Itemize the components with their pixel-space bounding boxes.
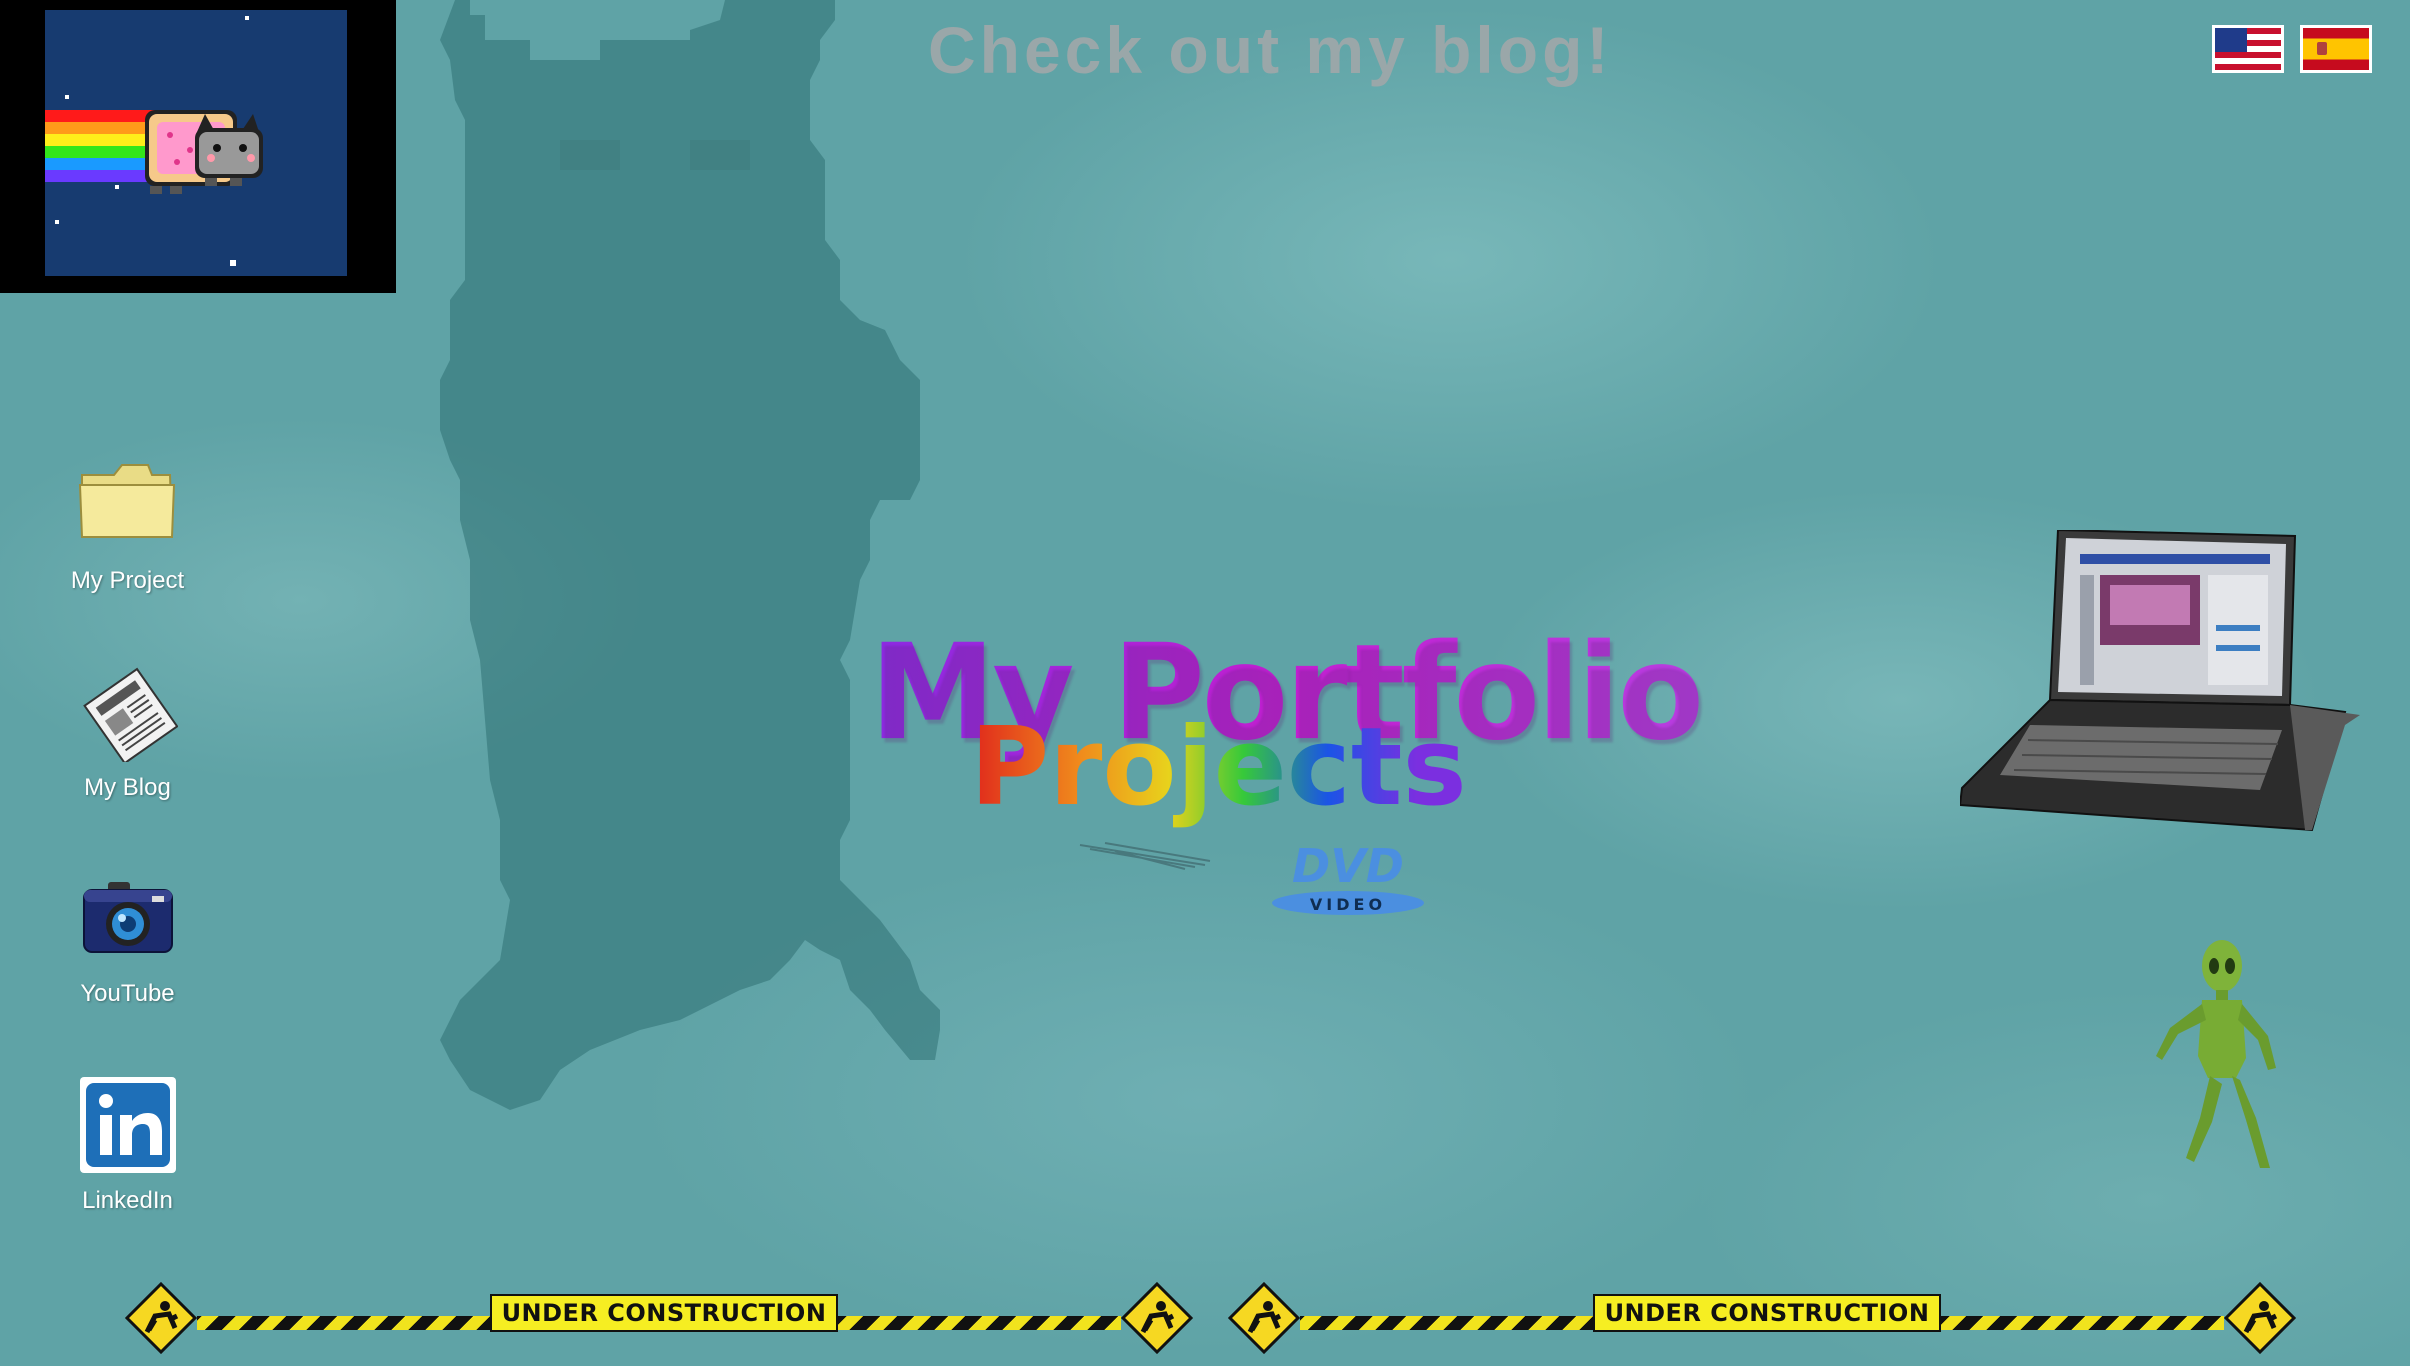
construction-worker-icon bbox=[1228, 1282, 1300, 1354]
desktop-icon-my-project[interactable]: My Project bbox=[50, 455, 205, 595]
construction-worker-icon bbox=[1121, 1282, 1193, 1354]
construction-worker-icon bbox=[2224, 1282, 2296, 1354]
camera-icon bbox=[82, 882, 173, 953]
linkedin-icon bbox=[79, 1077, 176, 1173]
under-construction-banner: UNDER CONSTRUCTION bbox=[125, 1282, 1193, 1354]
language-spanish-button[interactable] bbox=[2300, 25, 2372, 73]
language-english-button[interactable] bbox=[2212, 25, 2284, 73]
streak-decoration bbox=[1079, 842, 1211, 870]
under-construction-banner: UNDER CONSTRUCTION bbox=[1228, 1282, 2296, 1354]
alien-icon bbox=[2156, 940, 2276, 1168]
desktop-icon-my-blog[interactable]: My Blog bbox=[50, 662, 205, 802]
projects-link[interactable]: Projects bbox=[970, 705, 1467, 830]
under-construction-label: UNDER CONSTRUCTION bbox=[1593, 1294, 1941, 1332]
blog-link[interactable]: Check out my blog! bbox=[928, 12, 1612, 88]
newspaper-icon bbox=[82, 667, 178, 762]
under-construction-label: UNDER CONSTRUCTION bbox=[490, 1294, 838, 1332]
desktop-icon-label: My Project bbox=[70, 567, 185, 594]
folder-icon bbox=[78, 464, 175, 538]
desktop-icon-youtube[interactable]: YouTube bbox=[50, 868, 205, 1008]
nyan-cat-icon bbox=[45, 16, 263, 266]
nyan-cat-animation bbox=[45, 10, 347, 276]
nyan-cat-player bbox=[0, 0, 396, 293]
us-flag-icon bbox=[2215, 28, 2247, 52]
construction-worker-icon bbox=[125, 1282, 197, 1354]
dvd-logo-top: DVD bbox=[1292, 840, 1404, 893]
background-cat-silhouette bbox=[440, 0, 940, 1110]
desktop-icon-label: YouTube bbox=[80, 980, 175, 1007]
desktop-icon-linkedin[interactable]: LinkedIn bbox=[50, 1075, 205, 1215]
dvd-video-logo: DVD VIDEO bbox=[1272, 840, 1424, 915]
desktop-icon-label: My Blog bbox=[84, 774, 171, 801]
laptop-icon bbox=[1960, 530, 2360, 832]
spain-flag-icon bbox=[2317, 42, 2327, 55]
dvd-logo-bottom: VIDEO bbox=[1310, 895, 1386, 914]
desktop-icon-label: LinkedIn bbox=[82, 1187, 173, 1214]
